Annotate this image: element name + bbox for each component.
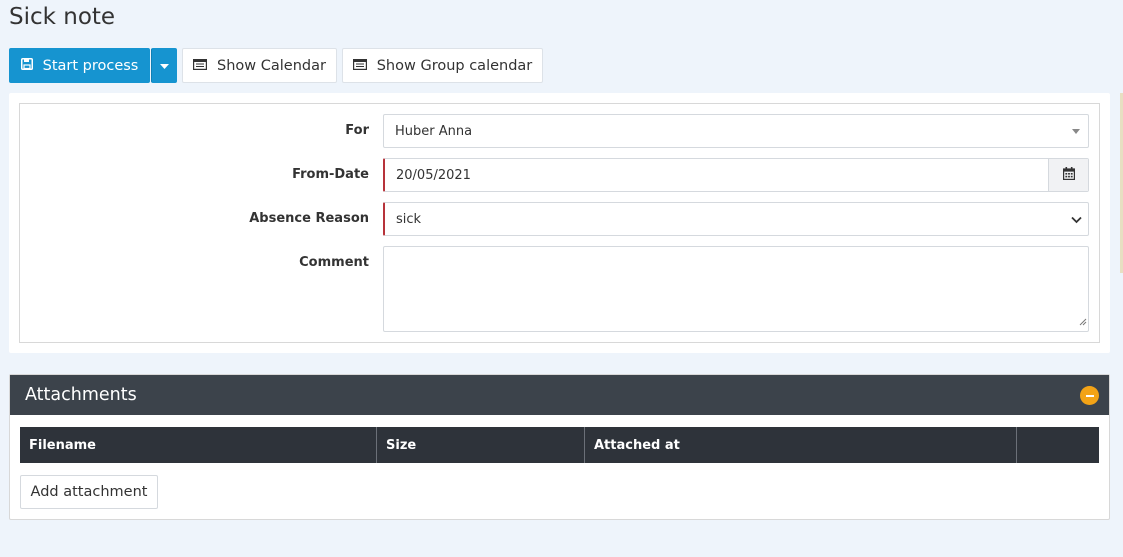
attachments-table-header: Filename Size Attached at [20, 427, 1099, 463]
collapse-button[interactable] [1080, 386, 1099, 405]
for-value: Huber Anna [395, 123, 473, 139]
start-process-label: Start process [42, 57, 139, 74]
column-header-actions [1017, 427, 1099, 463]
caret-down-icon [159, 58, 169, 74]
minus-icon [1085, 394, 1094, 397]
for-select[interactable]: Huber Anna [383, 114, 1089, 148]
calendar-list-icon [193, 58, 208, 74]
date-picker-button[interactable] [1048, 159, 1088, 191]
resize-handle-icon[interactable] [1079, 311, 1087, 330]
for-label: For [345, 123, 369, 138]
start-process-button[interactable]: Start process [9, 48, 150, 83]
page-title: Sick note [9, 4, 116, 30]
chevron-down-icon [1071, 213, 1082, 228]
column-header-size[interactable]: Size [377, 427, 585, 463]
from-date-value: 20/05/2021 [396, 167, 471, 183]
calendar-icon [1062, 166, 1075, 184]
attachments-header: Attachments [10, 375, 1109, 415]
start-process-dropdown-button[interactable] [151, 48, 177, 83]
from-date-label: From-Date [292, 167, 369, 182]
absence-reason-value: sick [396, 211, 422, 227]
show-calendar-label: Show Calendar [217, 57, 326, 74]
comment-textarea[interactable] [383, 246, 1089, 332]
show-group-calendar-label: Show Group calendar [376, 57, 533, 74]
show-group-calendar-button[interactable]: Show Group calendar [342, 48, 543, 83]
absence-reason-select[interactable]: sick [383, 202, 1089, 236]
calendar-list-icon [352, 58, 367, 74]
save-icon [20, 57, 33, 74]
comment-label: Comment [299, 255, 369, 270]
add-attachment-button[interactable]: Add attachment [20, 475, 158, 509]
attachments-panel: Attachments Filename Size Attached at Ad… [9, 374, 1110, 520]
column-header-filename[interactable]: Filename [20, 427, 377, 463]
attachments-title: Attachments [25, 385, 137, 405]
show-calendar-button[interactable]: Show Calendar [182, 48, 337, 83]
column-header-attached-at[interactable]: Attached at [585, 427, 1017, 463]
from-date-input[interactable]: 20/05/2021 [383, 158, 1089, 192]
form-fieldset: For Huber Anna From-Date 20/05/2021 Abse… [19, 103, 1100, 343]
caret-down-icon [1072, 124, 1080, 139]
absence-reason-label: Absence Reason [249, 211, 369, 226]
form-panel: For Huber Anna From-Date 20/05/2021 Abse… [9, 93, 1110, 353]
